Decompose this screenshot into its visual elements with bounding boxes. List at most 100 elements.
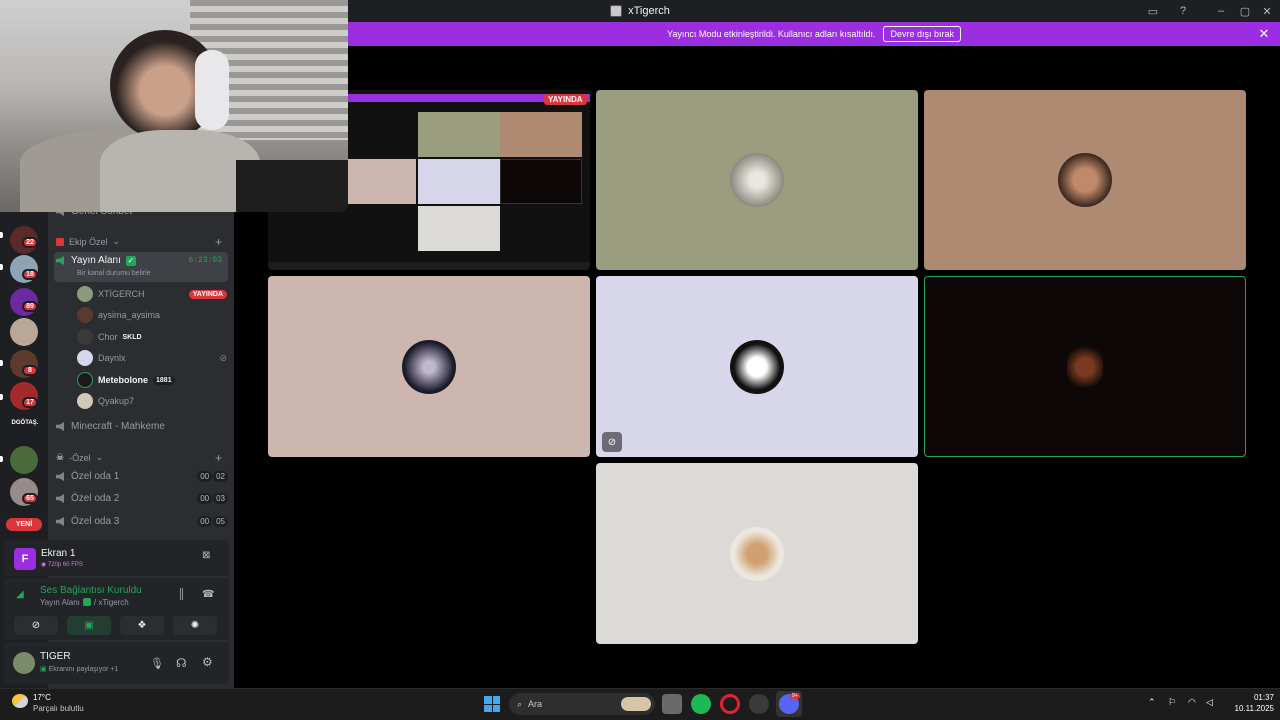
participant-avatar [730,339,784,394]
participant-tile[interactable] [596,463,918,644]
weather-description[interactable]: Parçalı bulutlu [33,704,84,713]
banner-close-icon[interactable]: ✕ [1254,22,1274,46]
activities-button[interactable]: ❖ [120,616,164,635]
microphone-icon[interactable]: 🎙 [150,657,164,670]
preview-tile [348,159,416,204]
unread-badge: 18 [22,269,38,280]
clock-time[interactable]: 01:37 [1226,693,1274,702]
voice-member[interactable]: Daynlx ⊘ [77,350,227,366]
user-panel [4,642,229,684]
preview-tile [500,112,582,157]
voice-channel-room[interactable]: Özel oda 3 00 05 [56,516,228,527]
network-icon[interactable]: ⚐ [1168,697,1176,708]
user-count: 00 03 [197,493,228,504]
participant-tile[interactable] [268,276,590,457]
voice-member[interactable]: Qyakup7 [77,393,227,409]
server-icon[interactable] [10,318,38,346]
clock-date[interactable]: 10.11.2025 [1226,704,1274,713]
category-ozel[interactable]: ☠ -Özel ⌄ + [56,451,228,465]
category-ekip-ozel[interactable]: Ekip Özel ⌄ + [56,235,228,249]
unread-badge: 8 [22,365,38,376]
unread-badge: 89 [22,301,38,312]
disable-streamer-mode-button[interactable]: Devre dışı bırak [883,26,961,42]
noise-suppression-icon[interactable]: ║ [178,589,185,600]
stream-avatar: F [14,548,36,570]
settings-gear-icon[interactable]: ⚙ [202,655,213,669]
voice-member[interactable]: Chor SKLD [77,329,227,345]
unread-pip [0,456,3,462]
avatar [77,372,93,388]
user-status: ▣ Ekranını paylaşıyor +1 [40,666,119,673]
search-icon: ⌕ [517,698,523,709]
participant-tile[interactable] [596,90,918,270]
taskbar-search[interactable]: ⌕ Ara [509,693,655,715]
preview-taskbar [268,262,590,270]
voice-channel-room[interactable]: Özel oda 2 00 03 [56,493,228,504]
stream-quality: ◉ 720p 60 FPS [41,562,83,568]
gauge-icon: ◉ [41,562,48,568]
stop-stream-icon[interactable]: ⊠ [202,550,216,564]
chevron-down-icon: ⌄ [112,236,121,246]
help-icon[interactable]: ? [1168,0,1198,22]
user-count: 00 02 [197,471,228,482]
participant-tile[interactable] [596,276,918,457]
voice-channel-room[interactable]: Özel oda 1 00 02 [56,471,228,482]
signal-icon: ◢ [16,589,24,600]
participant-avatar [402,339,456,394]
add-channel-icon[interactable]: + [215,235,222,249]
voice-member[interactable]: Metebolone 1881 [77,372,227,388]
spotify-icon[interactable] [691,694,711,714]
clan-tag: 1881 [153,375,175,385]
participant-avatar [1058,153,1112,207]
inbox-icon[interactable]: ▭ [1138,0,1168,22]
category-square-icon [56,237,64,246]
camera-toggle-button[interactable]: ⊘ [14,616,58,635]
headphones-icon[interactable]: ☊ [176,656,187,670]
windows-start-icon[interactable] [484,696,500,712]
opera-icon[interactable] [720,694,740,714]
steam-icon[interactable] [749,694,769,714]
close-window-button[interactable]: ✕ [1252,0,1280,22]
speaker-icon [56,256,64,265]
verified-icon [82,598,91,606]
verified-icon: ✓ [125,255,136,266]
disconnect-icon[interactable]: ☎ [202,589,214,600]
channel-status[interactable]: Bir kanal durumu belirle [77,270,151,277]
banner-text: Yayıncı Modu etkinleştirildi. Kullanıcı … [667,29,876,39]
participant-tile-speaking[interactable] [924,276,1246,457]
voice-connection-location[interactable]: Yayın Alanı / xTigerch [40,598,129,607]
weather-icon[interactable] [12,694,28,708]
unread-badge: 22 [22,237,38,248]
search-highlight-image [621,697,651,711]
wifi-icon[interactable]: ◠ [1188,697,1196,708]
stream-title: Ekran 1 [41,548,76,559]
avatar [77,307,93,323]
voice-channel-minecraft[interactable]: Minecraft - Mahkeme [56,421,228,432]
tray-chevron-icon[interactable]: ⌃ [1148,697,1156,708]
new-servers-pill[interactable]: YENİ [6,518,42,531]
screen-share-button[interactable]: ▣ [67,616,111,635]
add-channel-icon[interactable]: + [215,451,222,465]
volume-icon[interactable]: ◁ [1206,697,1213,708]
voice-member[interactable]: XTİGERCH YAYINDA [77,286,227,302]
preview-tile [418,112,500,157]
server-icon[interactable] [10,446,38,474]
speaker-icon [56,517,64,526]
window-title: xTigerch [560,0,720,22]
participant-avatar [1067,344,1103,389]
preview-tile [418,206,500,251]
clan-tag: SKLD [122,333,142,341]
camera-off-icon: ⊘ [219,352,227,363]
desk-equipment [236,160,348,212]
stream-panel [4,540,229,576]
headphones [195,50,229,130]
user-avatar[interactable] [13,652,35,674]
voice-member[interactable]: aysima_aysima [77,307,227,323]
task-view-icon[interactable] [662,694,682,714]
weather-temp[interactable]: 17°C [33,693,51,702]
participant-avatar [730,153,784,207]
soundboard-button[interactable]: ✺ [173,616,217,635]
participant-tile[interactable] [924,90,1246,270]
voice-connected-title[interactable]: Ses Bağlantısı Kuruldu [40,585,142,596]
server-text-label[interactable]: DGÖTAŞ. [8,420,42,426]
